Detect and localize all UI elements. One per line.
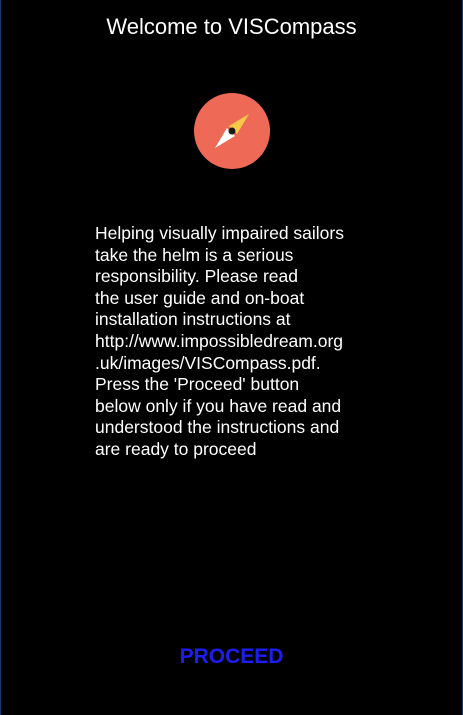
proceed-button[interactable]: PROCEED	[1, 641, 462, 673]
instructions-line: Helping visually impaired sailors	[95, 223, 344, 243]
instructions-url-line: http://www.impossibledream.org	[95, 330, 344, 351]
instructions-line: Press the 'Proceed' button	[95, 374, 300, 395]
instructions-line: take the helm is a serious	[95, 244, 294, 265]
instructions-line: understood the instructions and	[95, 417, 340, 438]
compass-icon	[194, 93, 270, 169]
instructions-line: responsibility. Please read	[95, 266, 298, 287]
page-title: Welcome to VISCompass	[106, 14, 357, 39]
instructions-url-line: .uk/images/VISCompass.pdf.	[95, 352, 321, 373]
instructions-line: the user guide and on-boat	[95, 287, 305, 308]
instructions-line: installation instructions at	[95, 309, 291, 330]
welcome-screen: Welcome to VISCompass Helping visually i…	[0, 0, 463, 715]
instructions-line: below only if you have read and	[95, 395, 342, 416]
instructions-line: are ready to proceed	[95, 438, 257, 459]
instructions-text: Helping visually impaired sailors take t…	[95, 223, 375, 461]
compass-logo-graphic	[194, 93, 270, 169]
